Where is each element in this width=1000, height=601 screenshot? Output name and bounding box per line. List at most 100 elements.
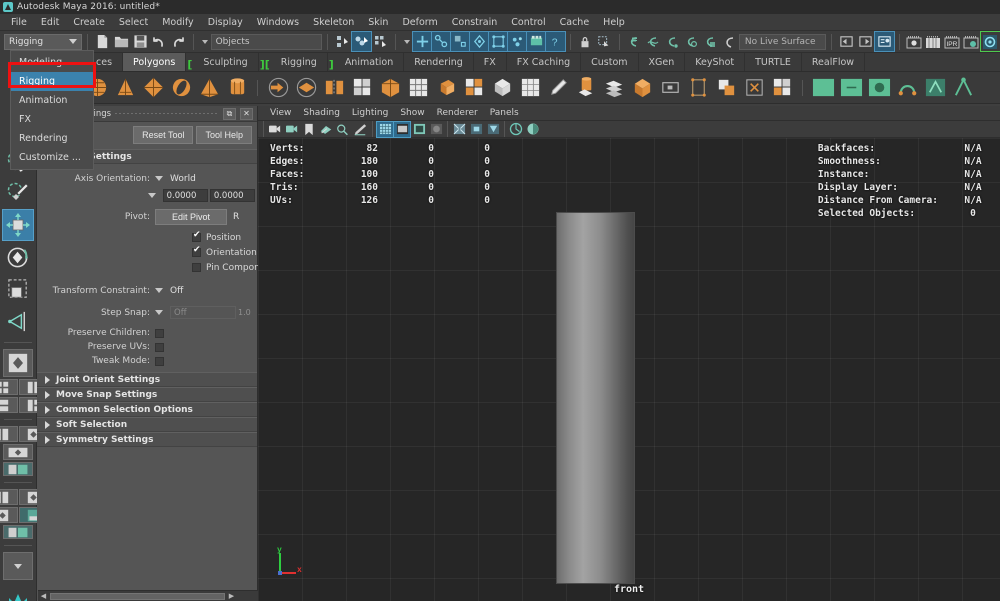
viewport-menu-lighting[interactable]: Lighting (346, 107, 394, 119)
transform-constraint-value[interactable]: Off (170, 286, 183, 296)
green-swatch-icon[interactable] (810, 75, 836, 101)
chevron-down-icon[interactable] (155, 288, 163, 293)
poly-torus-icon[interactable] (168, 75, 194, 101)
axis-orientation-value[interactable]: World (170, 174, 196, 184)
more-layouts-icon[interactable] (3, 552, 33, 580)
poly-boolean-icon[interactable] (657, 75, 683, 101)
viewport-menu-renderer[interactable]: Renderer (431, 107, 484, 119)
lock-camera-icon[interactable] (284, 122, 300, 137)
workspace-item-customize[interactable]: Customize ... (11, 148, 93, 167)
scroll-left-arrow-icon[interactable]: ◀ (38, 591, 49, 601)
outliner-graph-layout-icon[interactable] (0, 489, 18, 505)
orientation-checkbox[interactable] (192, 248, 201, 257)
menu-file[interactable]: File (4, 15, 34, 30)
select-by-hierarchy-icon[interactable] (333, 32, 352, 51)
edit-pivot-button[interactable]: Edit Pivot (155, 209, 227, 225)
poly-pyramid-icon[interactable] (196, 75, 222, 101)
shelf-tab-custom[interactable]: Custom (581, 53, 638, 71)
curves-mask-icon[interactable] (451, 32, 470, 51)
uv-editor-icon[interactable] (601, 75, 627, 101)
preserve-uvs-row[interactable]: Preserve UVs: (37, 340, 257, 354)
tool-settings-hscrollbar[interactable]: ◀ ▶ (38, 590, 258, 601)
section-common-selection-options[interactable]: Common Selection Options (37, 402, 257, 417)
menu-modify[interactable]: Modify (155, 15, 200, 30)
menu-windows[interactable]: Windows (250, 15, 306, 30)
menu-control[interactable]: Control (504, 15, 552, 30)
poly-union-icon[interactable] (265, 75, 291, 101)
shelf-tab-keyshot[interactable]: KeyShot (685, 53, 745, 71)
use-all-lights-icon[interactable] (485, 122, 501, 137)
surfaces-mask-icon[interactable] (470, 32, 489, 51)
shadows-icon[interactable] (508, 122, 524, 137)
last-tool-used-icon[interactable] (3, 306, 33, 336)
shelf-tab-fx[interactable]: FX (474, 53, 507, 71)
axis-offset-field-2[interactable]: 0.0000 (210, 189, 255, 202)
menu-select[interactable]: Select (112, 15, 155, 30)
misc-mask-icon[interactable]: ? (546, 32, 565, 51)
menu-skin[interactable]: Skin (361, 15, 395, 30)
target-weld-icon[interactable] (545, 75, 571, 101)
render-current-frame-icon[interactable] (905, 32, 924, 51)
poly-quad-draw-icon[interactable] (769, 75, 795, 101)
snap-to-grid-icon[interactable] (625, 32, 644, 51)
two-d-pan-zoom-icon[interactable] (335, 122, 351, 137)
viewport-menu-shading[interactable]: Shading (297, 107, 346, 119)
tweak-mode-checkbox[interactable] (155, 357, 164, 366)
shelf-tab-rigging[interactable]: Rigging (271, 53, 328, 71)
section-symmetry-settings[interactable]: Symmetry Settings (37, 432, 257, 447)
green-swatch-3-icon[interactable] (866, 75, 892, 101)
workspace-item-fx[interactable]: FX (11, 110, 93, 129)
scroll-right-arrow-icon[interactable]: ▶ (226, 591, 237, 601)
viewport-menu-panels[interactable]: Panels (484, 107, 525, 119)
step-snap-amount[interactable]: 1.0 (238, 308, 251, 317)
menu-constrain[interactable]: Constrain (445, 15, 505, 30)
select-by-component-type-icon[interactable] (371, 32, 390, 51)
render-settings-icon[interactable] (962, 32, 981, 51)
four-view-layout-icon[interactable] (0, 379, 18, 395)
workspace-item-animation[interactable]: Animation (11, 91, 93, 110)
chevron-down-icon[interactable] (155, 310, 163, 315)
hypershade-icon[interactable] (981, 32, 1000, 51)
tool-help-button[interactable]: Tool Help (196, 126, 252, 144)
objects-filter-field[interactable]: Objects (211, 34, 323, 50)
reset-pivot-partial-label[interactable]: R (227, 212, 239, 222)
undo-icon[interactable] (150, 32, 169, 51)
poly-transfer-icon[interactable] (741, 75, 767, 101)
live-surface-field[interactable]: No Live Surface (739, 34, 826, 50)
persp-panel-layout-icon[interactable] (0, 507, 18, 523)
screen-space-ao-icon[interactable] (525, 122, 541, 137)
objects-dropdown-icon[interactable] (202, 40, 208, 44)
menu-skeleton[interactable]: Skeleton (306, 15, 361, 30)
chevron-down-icon[interactable] (155, 176, 163, 181)
new-scene-icon[interactable] (93, 32, 112, 51)
redo-icon[interactable] (169, 32, 188, 51)
joints-mask-icon[interactable] (432, 32, 451, 51)
snap-to-projected-center-icon[interactable] (682, 32, 701, 51)
workspace-item-modeling[interactable]: Modeling (11, 53, 93, 72)
menu-deform[interactable]: Deform (395, 15, 444, 30)
pivot-orientation-row[interactable]: Orientation (37, 245, 257, 260)
menu-edit[interactable]: Edit (34, 15, 66, 30)
flat-shade-icon[interactable] (428, 122, 444, 137)
show-hide-left-panel-icon[interactable] (837, 32, 856, 51)
select-by-object-type-icon[interactable] (352, 32, 371, 51)
undock-icon[interactable]: ⧉ (223, 108, 236, 120)
close-icon[interactable]: ✕ (240, 108, 253, 120)
dynamics-mask-icon[interactable] (508, 32, 527, 51)
select-camera-icon[interactable] (267, 122, 283, 137)
preserve-children-checkbox[interactable] (155, 329, 164, 338)
rendering-mask-icon[interactable] (527, 32, 546, 51)
shelf-tab-rendering[interactable]: Rendering (404, 53, 474, 71)
grease-pencil-icon[interactable] (352, 122, 368, 137)
section-joint-orient-settings[interactable]: Joint Orient Settings (37, 372, 257, 387)
preserve-uvs-checkbox[interactable] (155, 343, 164, 352)
shelf-tab-fx-caching[interactable]: FX Caching (507, 53, 581, 71)
wireframe-on-shaded-icon[interactable] (451, 122, 467, 137)
section-soft-selection[interactable]: Soft Selection (37, 417, 257, 432)
single-perspective-layout-icon[interactable] (3, 349, 33, 377)
shelf-tab-turtle[interactable]: TURTLE (745, 53, 802, 71)
bevel-icon[interactable] (377, 75, 403, 101)
handles-mask-icon[interactable] (413, 32, 432, 51)
viewport-canvas[interactable]: Verts: 82 0 0 Edges: 180 0 0 Faces: 100 (258, 138, 1000, 601)
shelf-tab-xgen[interactable]: XGen (639, 53, 686, 71)
